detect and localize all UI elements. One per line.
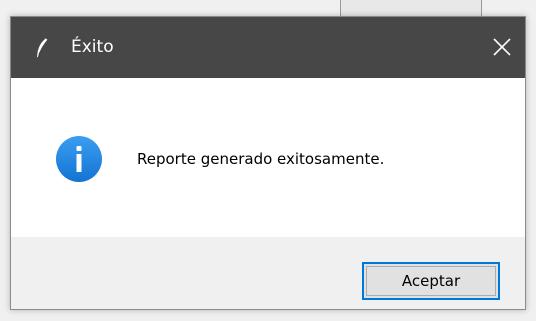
success-dialog: Éxito Reporte generado exitosamente. Ace… <box>10 16 526 310</box>
background-window-edge <box>340 0 482 16</box>
close-button[interactable] <box>479 17 525 78</box>
dialog-title: Éxito <box>71 37 114 57</box>
dialog-footer: Aceptar <box>11 237 525 309</box>
dialog-titlebar[interactable]: Éxito <box>11 17 525 78</box>
info-icon <box>55 135 103 183</box>
dialog-content: Reporte generado exitosamente. <box>11 78 525 237</box>
accept-button-label: Aceptar <box>401 272 461 290</box>
accept-button[interactable]: Aceptar <box>362 262 500 300</box>
dialog-message: Reporte generado exitosamente. <box>137 150 385 168</box>
feather-icon <box>35 37 49 59</box>
close-icon <box>493 38 511 56</box>
